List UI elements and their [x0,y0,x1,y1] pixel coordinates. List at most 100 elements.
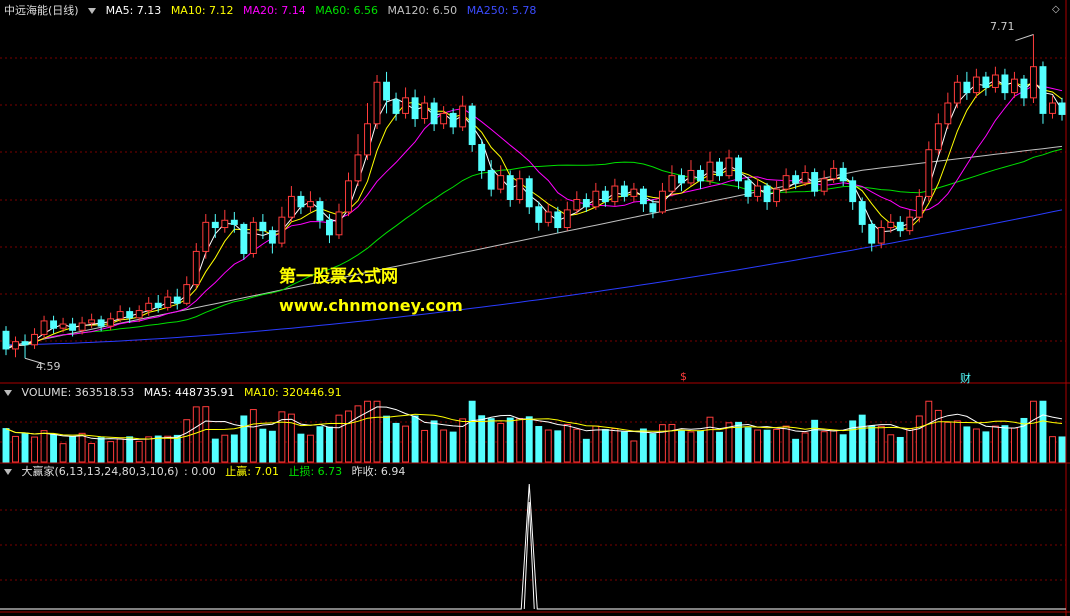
candle-body [877,227,885,244]
volume-bar [982,431,990,463]
take-profit-label: 止赢: 7.01 [225,465,279,478]
candle-body [801,172,809,184]
volume-bar [744,427,752,463]
volume-bar [21,433,29,463]
candle-body [887,221,895,229]
volume-bar [678,430,685,463]
volume-bar [297,433,305,463]
volume-bar [402,425,410,463]
volume-bar [811,419,819,463]
volume-bar [554,430,562,463]
volume-bar [478,415,486,463]
candle-body [535,206,543,223]
volume-bar [259,428,267,463]
volume-bar [364,400,371,463]
candle-body [658,190,666,213]
candle-body [782,175,790,190]
volume-header: VOLUME: 363518.53 MA5: 448735.91 MA10: 3… [4,386,348,400]
volume-bar [687,431,695,463]
volume-bar [953,420,961,463]
volume-bar [754,429,762,463]
candle-body [145,302,153,312]
dropdown-icon[interactable] [88,8,97,14]
candle-body [820,178,828,192]
volume-dropdown-icon[interactable] [4,390,12,396]
volume-bar [535,426,543,463]
candle-body [107,318,115,327]
volume-ma5-label: MA5: 448735.91 [143,386,235,399]
candle-body [278,216,286,244]
indicator-header: 大赢家(6,13,13,24,80,3,10,6) : 0.00 止赢: 7.0… [4,465,411,479]
candle-body [240,223,248,254]
candle-body [1039,66,1047,114]
candle-body [478,144,486,171]
volume-bar [630,440,638,463]
candle-body [497,175,505,190]
volume-bar [839,434,847,463]
candle-body [754,185,762,197]
candle-body [792,175,800,184]
watermark-title: 第一股票公式网 [279,267,398,287]
candle-body [345,180,352,213]
candle-body [402,97,410,114]
volume-bar [906,428,914,463]
volume-bar [697,430,704,463]
candle-body [211,221,219,229]
candle-body [1020,78,1028,99]
event-marker-finance[interactable]: 财 [960,370,971,386]
candle-body [563,209,571,229]
event-marker-s[interactable]: $ [680,370,687,383]
candle-body [373,81,381,125]
candle-body [326,219,333,236]
candle-body [716,161,723,177]
candle-body [1001,74,1009,94]
volume-bar [107,441,115,463]
volume-bar [1058,436,1066,463]
diamond-icon[interactable]: ◇ [1052,4,1060,15]
indicator-line-inner [523,501,535,610]
candle-body [963,81,971,94]
volume-bar [135,440,143,463]
candle-body [354,154,362,182]
ma20-line [5,84,1063,350]
candle-body [972,76,980,94]
indicator-dropdown-icon[interactable] [4,469,12,475]
ma250-label: MA250: 5.78 [466,4,537,17]
candle-body [183,284,191,304]
candle-body [468,105,476,146]
volume-bar [126,436,134,463]
candle-body [620,185,628,197]
candle-body [706,161,714,182]
candle-body [306,201,314,208]
candle-body [697,169,704,182]
prev-close-label: 昨收: 6.94 [351,465,406,478]
indicator-value: : 0.00 [184,465,216,478]
ma60-line [5,148,1063,350]
candle-body [554,211,562,229]
volume-bar [830,430,838,463]
volume-bar [963,426,971,463]
volume-bar [735,421,742,463]
ma10-line [5,81,1063,350]
volume-bar [858,414,866,463]
candle-body [582,199,590,208]
volume-bar [202,406,210,463]
candle-body [896,221,904,232]
volume-bar [326,426,333,463]
low-price-label: 4.59 [36,360,61,373]
volume-bar [601,429,609,463]
candle-body [630,188,638,197]
volume-bar [164,435,172,463]
candle-body [116,311,124,320]
candle-body [88,319,96,324]
candle-body [934,123,942,151]
volume-bar [525,416,533,463]
volume-bar [145,436,153,463]
volume-bar [306,434,314,463]
candle-body [773,188,781,203]
volume-bar [868,425,876,463]
candle-body [944,102,952,125]
candle-body [687,169,695,184]
volume-bar [706,416,714,463]
volume-bar [563,423,571,463]
